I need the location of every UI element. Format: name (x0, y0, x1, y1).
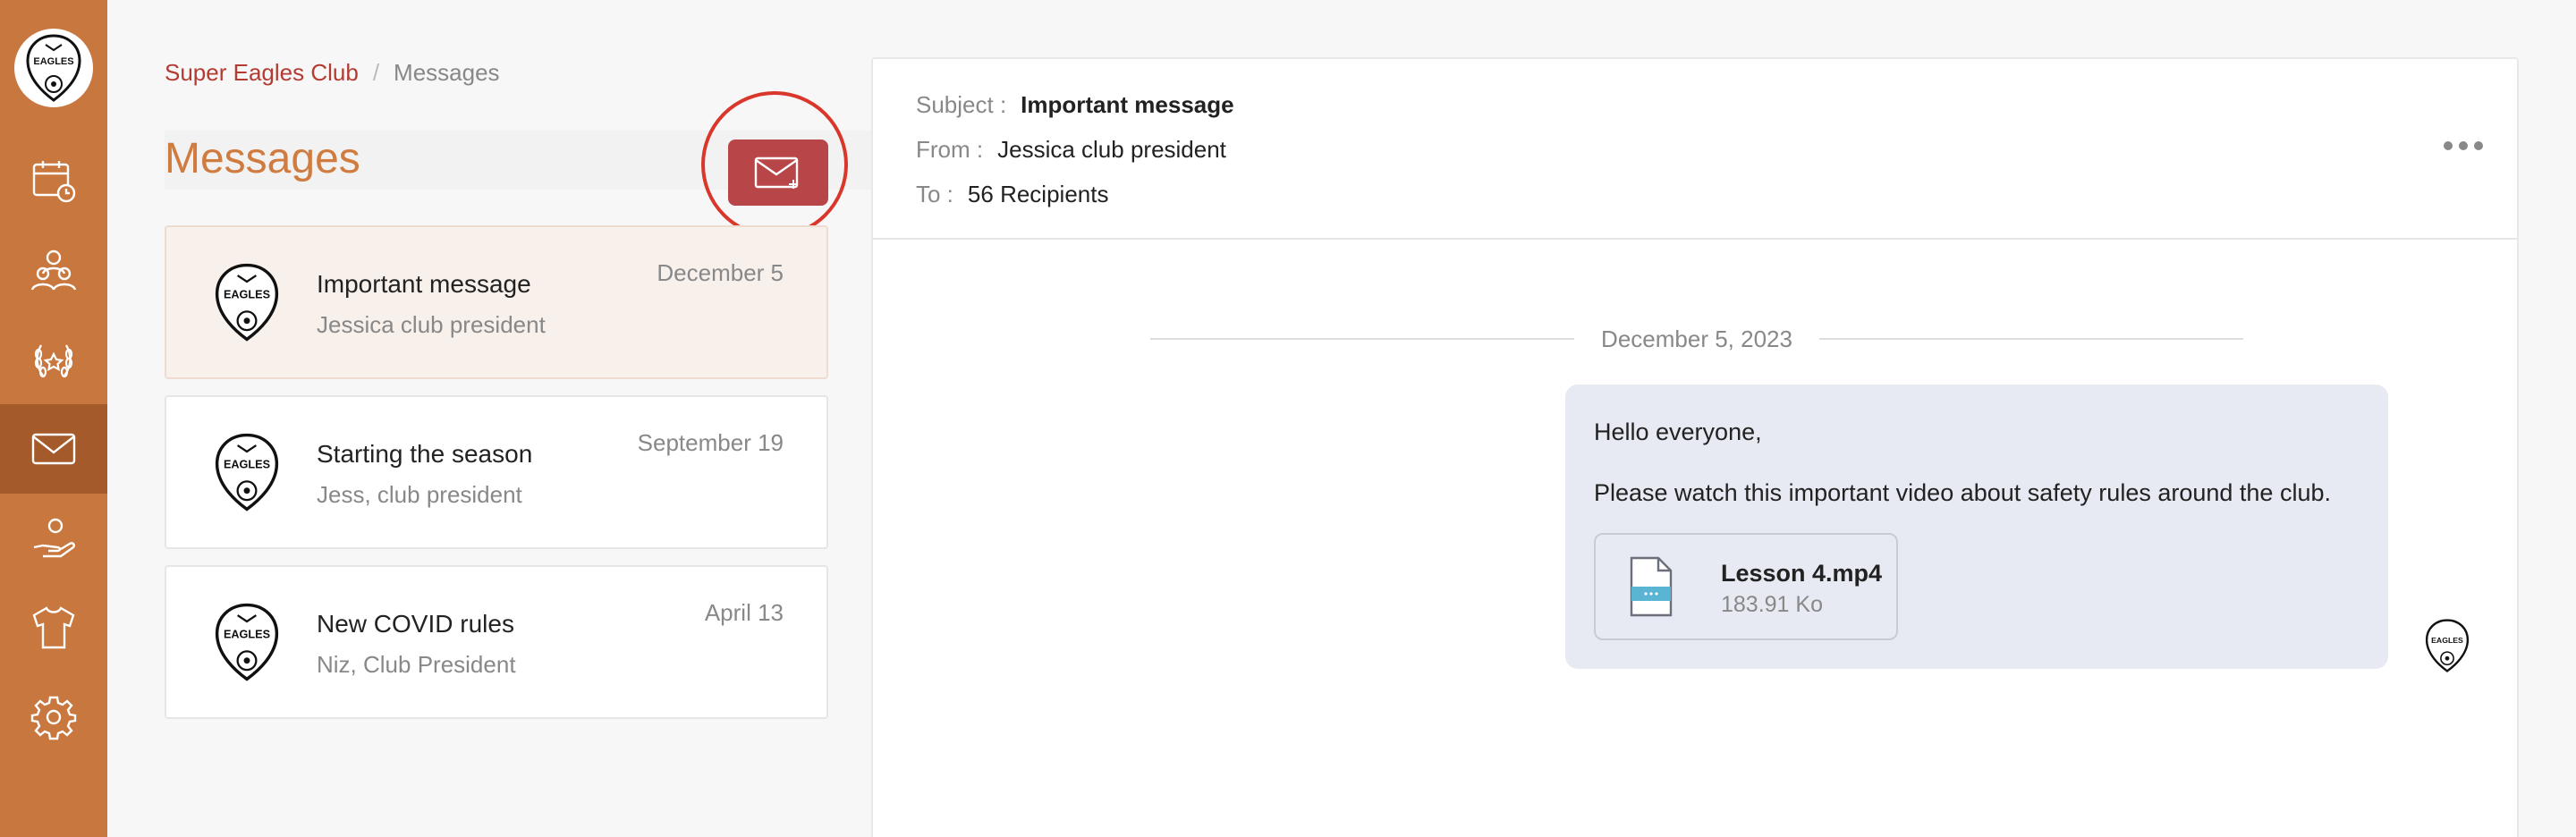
breadcrumb-separator: / (372, 59, 380, 86)
sidebar-item-members[interactable] (0, 225, 107, 315)
message-sender: Niz, Club President (317, 651, 516, 678)
more-options-button[interactable] (2444, 141, 2483, 154)
svg-text:EAGLES: EAGLES (224, 628, 270, 640)
sidebar-item-settings[interactable] (0, 672, 107, 762)
message-subject: Important message (317, 270, 531, 298)
sender-avatar: EAGLES (213, 427, 281, 517)
message-item[interactable]: EAGLES Important message Jessica club pr… (165, 225, 828, 379)
header-divider (873, 238, 2517, 240)
page-title: Messages (165, 135, 360, 182)
sender-avatar: EAGLES (213, 258, 281, 347)
from-label: From : (916, 136, 984, 163)
message-date: December 5 (657, 259, 784, 286)
sidebar-item-equipment[interactable] (0, 583, 107, 672)
message-detail-panel: Subject : Important message From : Jessi… (871, 57, 2519, 837)
eagles-crest-icon: EAGLES (2425, 619, 2470, 672)
sender-avatar: EAGLES (213, 597, 281, 687)
attachment-name: Lesson 4.mp4 (1721, 560, 1883, 587)
more-dot-icon (2474, 141, 2483, 150)
message-item[interactable]: EAGLES Starting the season Jess, club pr… (165, 395, 828, 549)
calendar-icon (32, 161, 76, 203)
svg-text:EAGLES: EAGLES (2431, 636, 2463, 645)
message-item[interactable]: EAGLES New COVID rules Niz, Club Preside… (165, 565, 828, 719)
svg-text:EAGLES: EAGLES (224, 288, 270, 300)
attachment-card[interactable]: Lesson 4.mp4 183.91 Ko (1594, 533, 1898, 640)
laurel-icon (34, 344, 73, 378)
to-label: To : (916, 181, 953, 207)
message-body: Please watch this important video about … (1594, 479, 2331, 506)
new-mail-icon (754, 156, 799, 189)
subject-label: Subject : (916, 91, 1007, 118)
message-date: September 19 (637, 429, 784, 456)
more-dot-icon (2444, 141, 2453, 150)
mail-icon (31, 433, 76, 465)
eagles-crest-icon: EAGLES (215, 263, 279, 342)
svg-text:EAGLES: EAGLES (224, 458, 270, 470)
date-separator-line (1819, 338, 2243, 340)
breadcrumb: Super Eagles Club / Messages (165, 59, 500, 87)
video-file-icon (1630, 556, 1673, 617)
sidebar-item-donations[interactable] (0, 494, 107, 583)
message-sender: Jessica club president (317, 311, 546, 338)
eagles-crest-icon: EAGLES (215, 433, 279, 512)
detail-subject: Important message (1021, 91, 1234, 118)
message-sender: Jess, club president (317, 481, 522, 508)
breadcrumb-current: Messages (394, 59, 500, 86)
message-subject: New COVID rules (317, 610, 514, 638)
date-separator: December 5, 2023 (1150, 320, 2243, 356)
breadcrumb-club-link[interactable]: Super Eagles Club (165, 59, 359, 87)
detail-to-row: To : 56 Recipients (916, 181, 1108, 208)
sidebar: EAGLES (0, 0, 107, 837)
sender-avatar: EAGLES (2422, 619, 2472, 672)
detail-from-row: From : Jessica club president (916, 136, 1226, 164)
message-greeting: Hello everyone, (1594, 418, 1762, 445)
svg-text:EAGLES: EAGLES (33, 56, 73, 67)
club-logo[interactable]: EAGLES (14, 29, 93, 107)
more-dot-icon (2459, 141, 2468, 150)
detail-recipients[interactable]: 56 Recipients (968, 181, 1109, 208)
sidebar-item-awards[interactable] (0, 315, 107, 404)
members-icon (30, 249, 77, 291)
eagles-crest-icon: EAGLES (26, 34, 81, 102)
attachment-size: 183.91 Ko (1721, 592, 1823, 617)
shirt-icon (32, 606, 75, 649)
message-date: April 13 (704, 599, 784, 626)
sidebar-item-messages[interactable] (0, 404, 107, 494)
detail-subject-row: Subject : Important message (916, 91, 1234, 119)
eagles-crest-icon: EAGLES (215, 603, 279, 681)
message-subject: Starting the season (317, 440, 533, 468)
hand-heart-icon (33, 518, 75, 558)
gear-icon (30, 696, 77, 740)
message-bubble: Hello everyone, Please watch this import… (1565, 385, 2388, 669)
sidebar-item-calendar[interactable] (0, 136, 107, 225)
compose-message-button[interactable] (728, 140, 828, 206)
detail-from: Jessica club president (997, 136, 1226, 163)
